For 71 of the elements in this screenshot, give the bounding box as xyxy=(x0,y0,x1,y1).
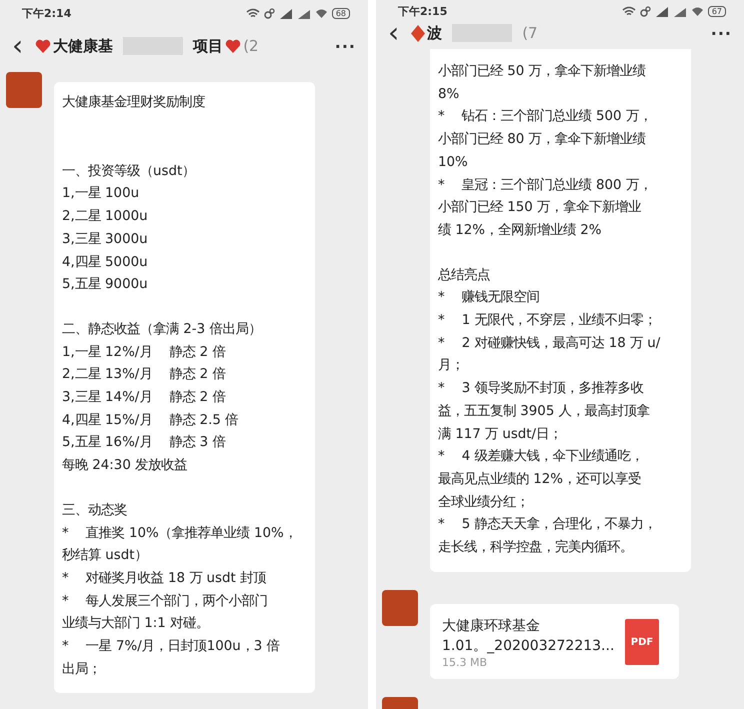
status-time: 下午2:14 xyxy=(22,6,72,20)
message-line: 4,四星 5000u xyxy=(62,254,149,272)
message-line: 2,二星 13%/月 静态 2 倍 xyxy=(62,366,226,384)
message-line: * 每人发展三个部门，两个小部门 xyxy=(62,592,269,611)
message-line: 二、静态收益（拿满 2-3 倍出局） xyxy=(62,320,262,339)
heart-icon xyxy=(35,38,52,54)
chat-title: 项目 xyxy=(193,36,224,56)
message-line: * 赚钱无限空间 xyxy=(438,288,541,308)
link-icon xyxy=(264,8,275,18)
heart-icon xyxy=(225,38,242,54)
member-count: (7 xyxy=(522,24,538,42)
message-line: 小部门已经 50 万，拿伞下新增业绩 xyxy=(438,62,647,81)
message-line: 小部门已经 150 万，拿伞下新增业 xyxy=(438,198,642,218)
message-line: * 1 无限代，不穿层，业绩不归零； xyxy=(438,312,658,330)
link-icon xyxy=(640,6,651,17)
chat-title: 大健康基 xyxy=(53,36,114,56)
message-line: 5,五星 16%/月 静态 3 倍 xyxy=(62,434,226,452)
battery-level: 68 xyxy=(332,8,350,18)
message-line: * 2 对碰赚快钱，最高可达 18 万 u/ xyxy=(438,334,662,353)
avatar[interactable] xyxy=(382,590,418,626)
back-button[interactable]: ‹ xyxy=(12,32,24,60)
signal-icon xyxy=(654,6,669,17)
message-line: * 一星 7%/月，日封顶100u，3 倍 xyxy=(62,638,281,656)
message-line: 1,一星 100u xyxy=(62,185,140,204)
message-line: * 皇冠：三个部门总业绩 800 万， xyxy=(438,176,653,195)
message-line: * 钻石：三个部门总业绩 500 万， xyxy=(438,108,653,126)
message-line: * 3 领导奖励不封顶，多推荐多收 xyxy=(438,380,644,398)
message-line: 业绩与大部门 1:1 对碰。 xyxy=(62,614,210,634)
signal-icon xyxy=(278,8,293,18)
signal-icon xyxy=(296,8,311,18)
diamond-icon xyxy=(411,24,426,42)
message-line: 出局； xyxy=(62,660,102,679)
message-line: 4,四星 15%/月 静态 2.5 倍 xyxy=(62,412,240,430)
message-line: * 5 静态天天拿，合理化，不暴力， xyxy=(438,516,658,534)
message-line: 每晚 24:30 发放收益 xyxy=(62,457,188,476)
message-line: 8% xyxy=(438,86,460,104)
message-line: 10% xyxy=(438,154,469,172)
message-line: 3,三星 14%/月 静态 2 倍 xyxy=(62,388,226,408)
message-line: 最高见点业绩的 12%，还可以享受 xyxy=(438,470,642,489)
status-time: 下午2:15 xyxy=(398,4,448,19)
message-line: * 对碰奖月收益 18 万 usdt 封顶 xyxy=(62,570,267,588)
message-line: 满 117 万 usdt/日； xyxy=(438,426,564,444)
message-line: 三、动态奖 xyxy=(62,502,128,520)
file-card[interactable]: 大健康环球基金 1.01。_202003272213... 15.3 MB PDF xyxy=(430,604,679,679)
message-line: 总结亮点 xyxy=(438,266,491,285)
chat-title: 波 xyxy=(427,24,442,42)
signal-icon xyxy=(672,6,687,17)
back-button[interactable]: ‹ xyxy=(388,19,400,47)
pdf-file-icon: PDF xyxy=(625,619,659,666)
message-line: * 直推奖 10%（拿推荐单业绩 10%， xyxy=(62,524,298,543)
member-count: (2 xyxy=(243,37,259,55)
message-line: 益，五五复制 3905 人，最高封顶拿 xyxy=(438,402,651,421)
message-line: 2,二星 1000u xyxy=(62,208,149,226)
file-title: 大健康环球基金 xyxy=(442,616,541,636)
message-line: 一、投资等级（usdt） xyxy=(62,162,196,181)
message-line: 绩 12%，全网新增业绩 2% xyxy=(438,222,603,240)
message-line: 大健康基金理财奖励制度 xyxy=(62,94,206,112)
file-name: 1.01。_202003272213... xyxy=(442,636,614,656)
file-size: 15.3 MB xyxy=(442,656,488,669)
more-button[interactable]: ··· xyxy=(710,24,732,42)
message-line: 1,一星 12%/月 静态 2 倍 xyxy=(62,344,226,362)
message-line: 全球业绩分红； xyxy=(438,494,530,512)
message-line: 月； xyxy=(438,357,465,376)
message-line: 5,五星 9000u xyxy=(62,276,149,294)
message-line: * 4 级差赚大钱，伞下业绩通吃， xyxy=(438,448,644,466)
message-line: 小部门已经 80 万，拿伞下新增业绩 xyxy=(438,130,647,150)
message-line: 3,三星 3000u xyxy=(62,230,149,249)
message-line: 走长线，科学控盘，完美内循环。 xyxy=(438,538,634,558)
battery-level: 67 xyxy=(708,6,726,17)
more-button[interactable]: ··· xyxy=(334,36,356,56)
message-line: 秒结算 usdt） xyxy=(62,547,148,566)
